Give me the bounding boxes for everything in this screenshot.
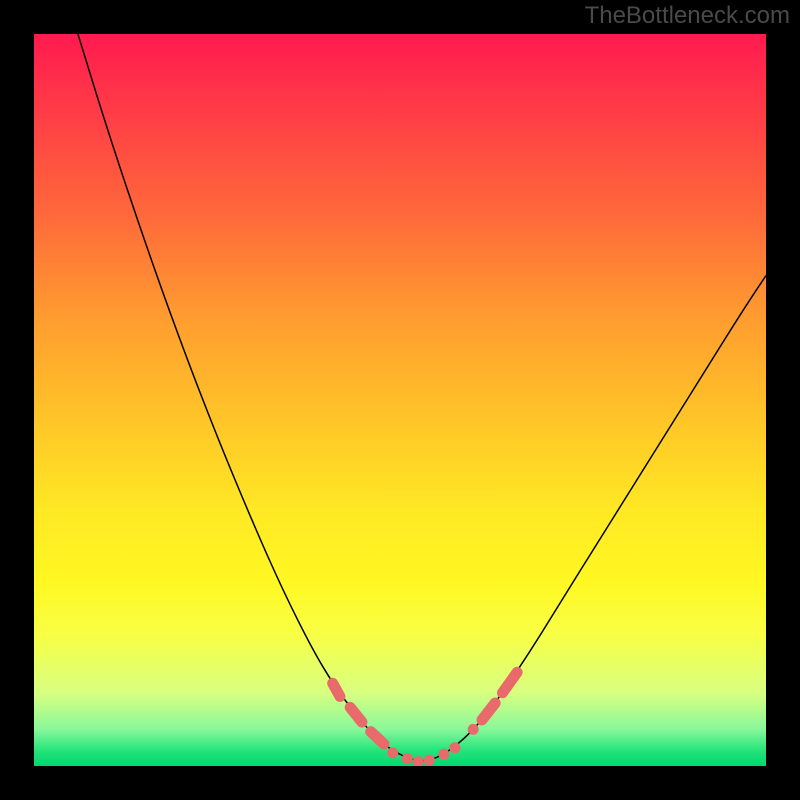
marker-segment (371, 732, 384, 744)
chart-svg (34, 34, 766, 766)
marker-segment (502, 672, 517, 692)
markers-group (333, 672, 517, 766)
marker-dot (402, 753, 413, 764)
marker-segment (333, 683, 340, 696)
marker-dot (438, 749, 449, 760)
marker-dot (468, 724, 479, 735)
watermark-text: TheBottleneck.com (585, 2, 790, 30)
plot-area (34, 34, 766, 766)
marker-segment (482, 703, 495, 720)
chart-frame: TheBottleneck.com (0, 0, 800, 800)
marker-dot (387, 747, 398, 758)
marker-dot (413, 756, 424, 766)
bottleneck-curve (78, 34, 766, 761)
marker-segment (350, 707, 362, 722)
marker-dot (424, 755, 435, 766)
marker-dot (449, 742, 460, 753)
